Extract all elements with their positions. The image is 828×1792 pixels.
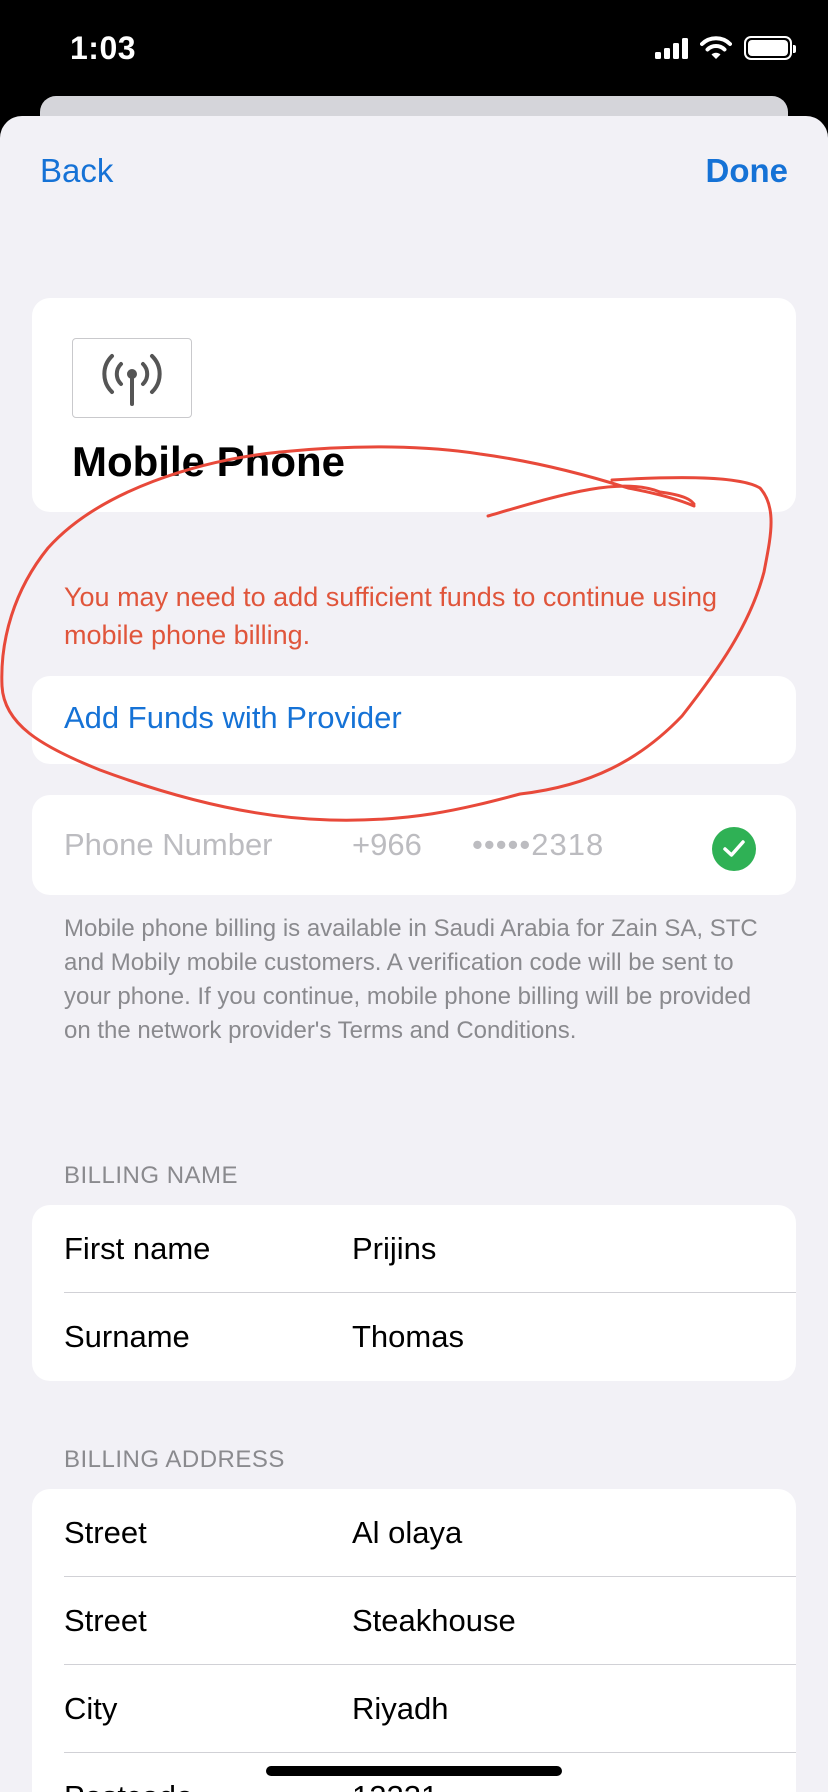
city-row[interactable]: City Riyadh bbox=[32, 1665, 796, 1753]
billing-name-card: First name Prijins Surname Thomas bbox=[32, 1205, 796, 1381]
masked-phone-number: •••••2318 bbox=[472, 827, 605, 862]
back-button[interactable]: Back bbox=[40, 152, 113, 190]
street-label: Street bbox=[64, 1603, 147, 1638]
done-button[interactable]: Done bbox=[706, 152, 789, 190]
payment-sheet: Back Done Mobile Phone You may need to a… bbox=[0, 116, 828, 1792]
add-funds-button[interactable]: Add Funds with Provider bbox=[32, 676, 796, 764]
cellular-signal-icon bbox=[655, 37, 688, 59]
billing-address-card: Street Al olaya Street Steakhouse City R… bbox=[32, 1489, 796, 1792]
street-row-2[interactable]: Street Steakhouse bbox=[32, 1577, 796, 1665]
funds-warning: You may need to add sufficient funds to … bbox=[64, 582, 717, 650]
city-label: City bbox=[64, 1691, 118, 1726]
status-icons bbox=[655, 36, 796, 60]
country-code: +966 bbox=[352, 827, 422, 862]
surname-label: Surname bbox=[64, 1319, 190, 1354]
home-indicator[interactable] bbox=[266, 1766, 562, 1776]
postcode-field[interactable]: 12221 bbox=[352, 1779, 438, 1792]
first-name-field[interactable]: Prijins bbox=[352, 1231, 436, 1267]
add-funds-label: Add Funds with Provider bbox=[64, 700, 402, 735]
status-time: 1:03 bbox=[70, 30, 137, 66]
street-field-2[interactable]: Steakhouse bbox=[352, 1603, 516, 1639]
street-row-1[interactable]: Street Al olaya bbox=[32, 1489, 796, 1577]
city-field[interactable]: Riyadh bbox=[352, 1691, 449, 1727]
billing-name-header: BILLING NAME bbox=[64, 1162, 239, 1189]
surname-field[interactable]: Thomas bbox=[352, 1319, 464, 1355]
phone-number-field[interactable]: Phone Number +966 •••••2318 bbox=[32, 795, 796, 895]
page-title: Mobile Phone bbox=[72, 438, 345, 485]
street-label: Street bbox=[64, 1515, 147, 1550]
surname-row[interactable]: Surname Thomas bbox=[32, 1293, 796, 1381]
street-field-1[interactable]: Al olaya bbox=[352, 1515, 462, 1551]
billing-address-header: BILLING ADDRESS bbox=[64, 1446, 285, 1473]
checkmark-circle-icon bbox=[712, 827, 756, 871]
battery-icon bbox=[744, 36, 796, 60]
postcode-label: Postcode bbox=[64, 1779, 193, 1792]
status-bar: 1:03 bbox=[0, 0, 828, 100]
payment-method-header: Mobile Phone bbox=[32, 298, 796, 512]
first-name-label: First name bbox=[64, 1231, 211, 1266]
first-name-row[interactable]: First name Prijins bbox=[32, 1205, 796, 1293]
billing-info-text: Mobile phone billing is available in Sau… bbox=[64, 915, 758, 1044]
antenna-icon bbox=[72, 338, 192, 418]
wifi-icon bbox=[700, 36, 732, 59]
phone-number-label: Phone Number bbox=[64, 827, 273, 862]
